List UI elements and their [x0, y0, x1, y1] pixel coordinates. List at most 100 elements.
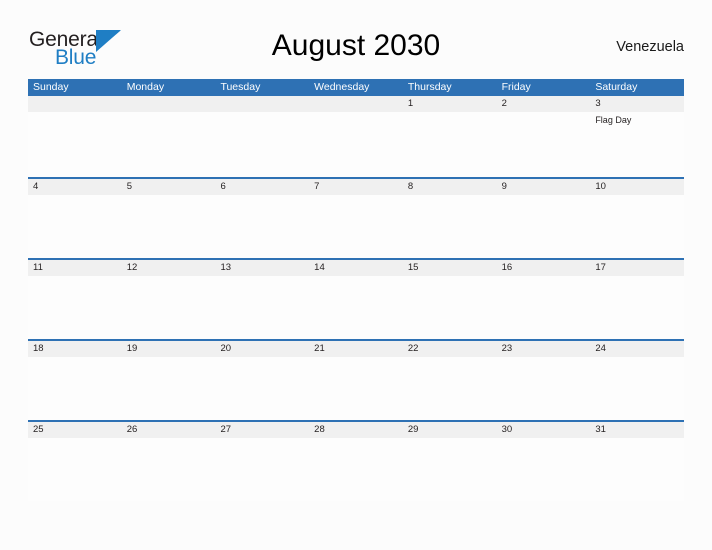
week-body-band: Flag Day: [28, 112, 684, 175]
calendar-week-row: 25 26 27 28 29 30 31: [28, 420, 684, 501]
day-number[interactable]: 27: [215, 422, 309, 438]
day-number[interactable]: 24: [590, 341, 684, 357]
day-number[interactable]: 2: [497, 96, 591, 112]
day-cell[interactable]: [28, 276, 122, 339]
day-number[interactable]: 29: [403, 422, 497, 438]
day-number[interactable]: 17: [590, 260, 684, 276]
weekday-header-thursday: Thursday: [407, 81, 452, 93]
day-number[interactable]: 25: [28, 422, 122, 438]
day-number-empty: [309, 96, 403, 112]
day-cell[interactable]: [590, 276, 684, 339]
weekday-header-wednesday: Wednesday: [314, 81, 370, 93]
week-date-band: 4 5 6 7 8 9 10: [28, 179, 684, 195]
day-number[interactable]: 22: [403, 341, 497, 357]
day-number-empty: [215, 96, 309, 112]
day-number[interactable]: 1: [403, 96, 497, 112]
day-number[interactable]: 16: [497, 260, 591, 276]
day-number[interactable]: 18: [28, 341, 122, 357]
calendar-page: General Blue August 2030 Venezuela Sunda…: [0, 0, 712, 550]
weekday-header-monday: Monday: [126, 81, 165, 93]
day-cell[interactable]: [215, 276, 309, 339]
day-cell: [215, 112, 309, 175]
week-date-band: 11 12 13 14 15 16 17: [28, 260, 684, 276]
day-cell[interactable]: [309, 276, 403, 339]
day-number[interactable]: 11: [28, 260, 122, 276]
weekday-header-sunday: Sunday: [33, 81, 69, 93]
day-cell[interactable]: [28, 357, 122, 420]
day-number[interactable]: 21: [309, 341, 403, 357]
day-cell[interactable]: [309, 195, 403, 258]
calendar-week-row: 1 2 3 Flag Day: [28, 96, 684, 177]
day-number[interactable]: 15: [403, 260, 497, 276]
day-number[interactable]: 3: [590, 96, 684, 112]
day-number[interactable]: 5: [122, 179, 216, 195]
day-number[interactable]: 4: [28, 179, 122, 195]
region-label: Venezuela: [616, 39, 684, 55]
weekday-header-friday: Friday: [501, 81, 531, 93]
day-number[interactable]: 10: [590, 179, 684, 195]
day-cell[interactable]: [28, 438, 122, 501]
day-number[interactable]: 9: [497, 179, 591, 195]
day-cell[interactable]: [403, 438, 497, 501]
day-cell[interactable]: [497, 112, 591, 175]
day-cell[interactable]: [309, 357, 403, 420]
day-number[interactable]: 31: [590, 422, 684, 438]
page-header: General Blue August 2030 Venezuela: [28, 26, 684, 74]
calendar-week-row: 11 12 13 14 15 16 17: [28, 258, 684, 339]
day-number[interactable]: 6: [215, 179, 309, 195]
week-body-band: [28, 276, 684, 339]
day-cell[interactable]: [309, 438, 403, 501]
day-cell[interactable]: [497, 276, 591, 339]
day-cell[interactable]: [497, 357, 591, 420]
day-cell[interactable]: [497, 195, 591, 258]
day-cell[interactable]: [403, 357, 497, 420]
calendar-grid: Sunday Monday Tuesday Wednesday Thursday…: [28, 79, 684, 501]
day-number[interactable]: 20: [215, 341, 309, 357]
holiday-event-label: Flag Day: [595, 115, 632, 125]
calendar-weeks: 1 2 3 Flag Day 4 5 6 7 8 9 10 11 12 13 14 15 16 17 18 19 20 2…: [28, 96, 684, 501]
week-date-band: 18 19 20 21 22 23 24: [28, 341, 684, 357]
calendar-week-row: 4 5 6 7 8 9 10: [28, 177, 684, 258]
week-body-band: [28, 195, 684, 258]
weekday-header-row: Sunday Monday Tuesday Wednesday Thursday…: [28, 79, 684, 96]
weekday-header-tuesday: Tuesday: [220, 81, 261, 93]
day-cell[interactable]: [590, 438, 684, 501]
page-title: August 2030: [271, 29, 441, 62]
day-cell[interactable]: [403, 195, 497, 258]
day-number[interactable]: 28: [309, 422, 403, 438]
weekday-header-saturday: Saturday: [595, 81, 638, 93]
day-cell[interactable]: [122, 357, 216, 420]
week-body-band: [28, 438, 684, 501]
week-date-band: 25 26 27 28 29 30 31: [28, 422, 684, 438]
day-cell[interactable]: [122, 276, 216, 339]
week-body-band: [28, 357, 684, 420]
day-number[interactable]: 26: [122, 422, 216, 438]
day-cell: [28, 112, 122, 175]
day-cell: [309, 112, 403, 175]
day-cell[interactable]: [215, 357, 309, 420]
day-cell[interactable]: [215, 438, 309, 501]
day-number[interactable]: 7: [309, 179, 403, 195]
day-number[interactable]: 19: [122, 341, 216, 357]
day-number[interactable]: 12: [122, 260, 216, 276]
day-number[interactable]: 13: [215, 260, 309, 276]
day-cell[interactable]: [403, 276, 497, 339]
day-number[interactable]: 23: [497, 341, 591, 357]
day-number[interactable]: 14: [309, 260, 403, 276]
day-cell[interactable]: [215, 195, 309, 258]
day-number-empty: [122, 96, 216, 112]
day-cell[interactable]: [122, 438, 216, 501]
week-date-band: 123: [28, 96, 684, 112]
day-cell[interactable]: [28, 195, 122, 258]
day-cell[interactable]: [122, 195, 216, 258]
day-number-empty: [28, 96, 122, 112]
day-cell[interactable]: [403, 112, 497, 175]
day-number[interactable]: 8: [403, 179, 497, 195]
calendar-week-row: 18 19 20 21 22 23 24: [28, 339, 684, 420]
day-cell[interactable]: [590, 195, 684, 258]
day-number[interactable]: 30: [497, 422, 591, 438]
day-cell[interactable]: [497, 438, 591, 501]
day-cell: [122, 112, 216, 175]
day-cell[interactable]: Flag Day: [590, 112, 684, 175]
day-cell[interactable]: [590, 357, 684, 420]
